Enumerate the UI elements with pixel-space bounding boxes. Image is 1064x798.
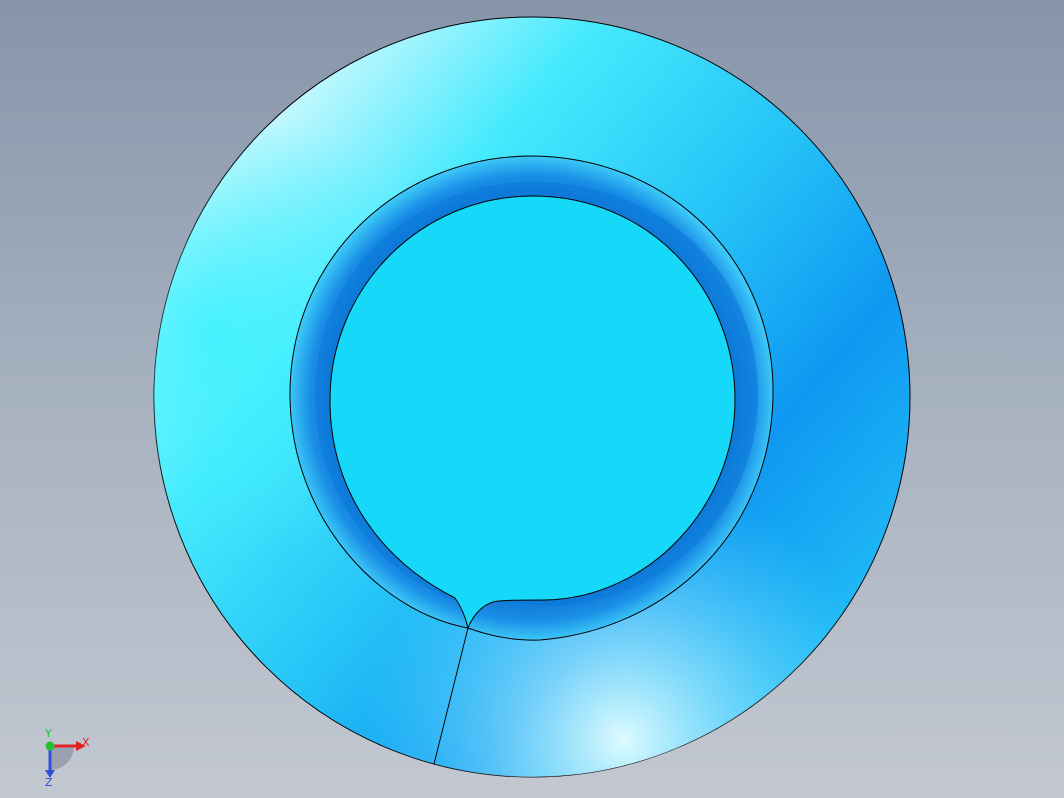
triad-y-label: Y [44, 727, 52, 740]
triad-shadow [50, 746, 74, 770]
model-view[interactable] [0, 0, 1064, 798]
reference-triad: X Y Z [44, 727, 90, 788]
triad-x-label: X [82, 736, 90, 749]
triad-z-label: Z [45, 776, 53, 788]
graphics-viewport[interactable]: X Y Z [0, 0, 1064, 798]
triad-y-origin [45, 741, 55, 751]
